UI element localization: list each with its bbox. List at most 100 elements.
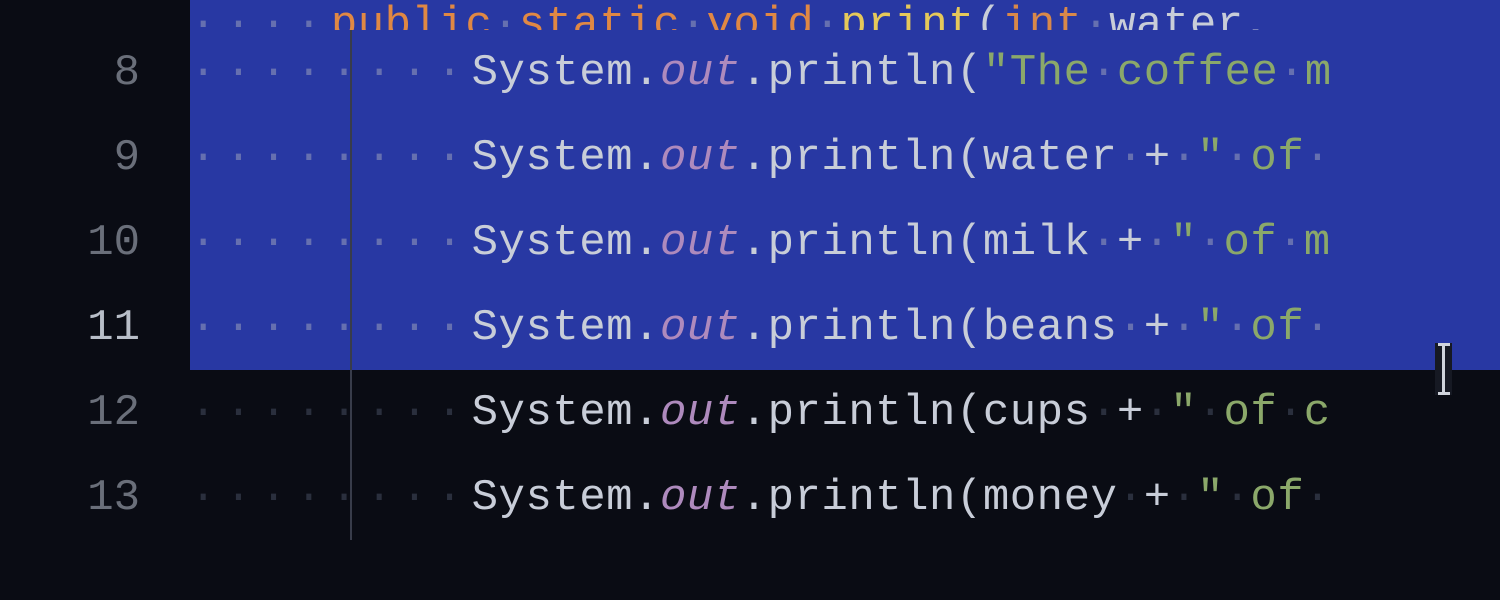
code-content: · · · · · · · · System.out.println(cups·… — [190, 388, 1331, 438]
token: + — [1117, 388, 1144, 438]
gutter: 8910111213 — [0, 0, 190, 600]
whitespace-indicator: · · · · · · · · — [190, 388, 472, 438]
whitespace-indicator: · — [1304, 303, 1330, 353]
whitespace-indicator: · · · · · · · · — [190, 218, 472, 268]
code-line[interactable]: · · · · · · · · System.out.println(water… — [190, 115, 1500, 200]
token: println — [768, 303, 956, 353]
code-line[interactable]: · · · · · · · · System.out.println(cups·… — [190, 370, 1500, 455]
token: . — [741, 473, 768, 523]
token: water, — [1109, 0, 1270, 30]
token: " — [1197, 473, 1224, 523]
token: + — [1144, 133, 1171, 183]
whitespace-indicator: · — [1090, 48, 1116, 98]
code-area[interactable]: · · · · public·static·void·print(int·wat… — [190, 0, 1500, 600]
whitespace-indicator: · — [1117, 303, 1143, 353]
line-number: 10 — [0, 200, 190, 285]
code-line[interactable]: · · · · · · · · System.out.println("The·… — [190, 30, 1500, 115]
token: out — [660, 473, 741, 523]
code-line[interactable]: · · · · · · · · System.out.println(money… — [190, 455, 1500, 540]
token: m — [1304, 218, 1331, 268]
line-number: 9 — [0, 115, 190, 200]
token: milk — [983, 218, 1091, 268]
whitespace-indicator: · — [1277, 218, 1303, 268]
token: c — [1304, 388, 1331, 438]
token: . — [633, 303, 660, 353]
token: out — [660, 303, 741, 353]
token: water — [983, 133, 1118, 183]
token: + — [1144, 473, 1171, 523]
code-editor[interactable]: 8910111213 · · · · public·static·void·pr… — [0, 0, 1500, 600]
token: . — [741, 133, 768, 183]
token: " — [1170, 218, 1197, 268]
whitespace-indicator: · · · · · · · · — [190, 48, 472, 98]
token: money — [983, 473, 1118, 523]
whitespace-indicator: · · · · · · · · — [190, 303, 472, 353]
whitespace-indicator: · — [1090, 388, 1116, 438]
token: println — [768, 218, 956, 268]
token: " — [1197, 303, 1224, 353]
token: . — [741, 218, 768, 268]
token: ( — [956, 218, 983, 268]
token: coffee — [1117, 48, 1278, 98]
whitespace-indicator: · — [1144, 218, 1170, 268]
token: . — [741, 303, 768, 353]
token: System — [472, 218, 633, 268]
token: print — [841, 0, 976, 30]
token: out — [660, 218, 741, 268]
token: + — [1117, 218, 1144, 268]
token: . — [633, 218, 660, 268]
whitespace-indicator: · — [1224, 133, 1250, 183]
whitespace-indicator: · — [1171, 303, 1197, 353]
token: " — [1170, 388, 1197, 438]
code-content: · · · · · · · · System.out.println(water… — [190, 133, 1331, 183]
token: + — [1144, 303, 1171, 353]
token: ( — [975, 0, 1002, 30]
token: . — [741, 388, 768, 438]
code-content: · · · · · · · · System.out.println(beans… — [190, 303, 1331, 353]
code-line[interactable]: · · · · public·static·void·print(int·wat… — [190, 0, 1500, 30]
line-number: 8 — [0, 30, 190, 115]
text-caret — [1435, 343, 1452, 395]
token: " — [1197, 133, 1224, 183]
token: of — [1224, 218, 1278, 268]
whitespace-indicator: · — [1224, 473, 1250, 523]
token: int — [1002, 0, 1083, 30]
token: cups — [983, 388, 1091, 438]
whitespace-indicator: · — [1171, 133, 1197, 183]
whitespace-indicator: · — [1083, 0, 1109, 30]
token: System — [472, 303, 633, 353]
whitespace-indicator: · — [1277, 388, 1303, 438]
token: ( — [956, 388, 983, 438]
token: ( — [956, 303, 983, 353]
code-line[interactable]: · · · · · · · · System.out.println(milk·… — [190, 200, 1500, 285]
token: . — [633, 388, 660, 438]
token: static — [519, 0, 680, 30]
token: System — [472, 133, 633, 183]
whitespace-indicator: · · · · — [190, 0, 331, 30]
token: . — [633, 133, 660, 183]
code-line[interactable]: · · · · · · · · System.out.println(beans… — [190, 285, 1500, 370]
code-content: · · · · · · · · System.out.println("The·… — [190, 48, 1332, 98]
token: ( — [956, 48, 983, 98]
code-content: · · · · · · · · System.out.println(money… — [190, 473, 1331, 523]
token: println — [768, 133, 956, 183]
token: . — [633, 48, 660, 98]
whitespace-indicator: · — [1304, 473, 1330, 523]
line-number: 13 — [0, 455, 190, 540]
line-number: 12 — [0, 370, 190, 455]
token: println — [768, 48, 956, 98]
whitespace-indicator: · — [1278, 48, 1304, 98]
line-number: 11 — [0, 285, 190, 370]
token: out — [660, 133, 741, 183]
token: public — [331, 0, 492, 30]
token: . — [741, 48, 768, 98]
token: of — [1250, 473, 1304, 523]
line-number — [0, 0, 190, 30]
token: out — [660, 388, 741, 438]
token: of — [1224, 388, 1278, 438]
whitespace-indicator: · — [1171, 473, 1197, 523]
whitespace-indicator: · — [1117, 133, 1143, 183]
whitespace-indicator: · — [1197, 388, 1223, 438]
whitespace-indicator: · · · · · · · · — [190, 133, 472, 183]
token: of — [1250, 303, 1304, 353]
